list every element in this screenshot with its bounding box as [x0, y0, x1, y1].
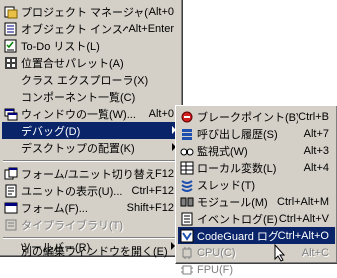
menu-item-shortcut: Ctrl+Alt+O: [277, 229, 329, 242]
menu-item-label: CPU(C): [197, 246, 236, 259]
menu-item-label: デスクトップの配置(K): [21, 142, 135, 155]
alignment-palette-icon: [4, 56, 18, 70]
call-stack-icon: [180, 127, 194, 141]
submenu-item-fpu[interactable]: FPU(F): [178, 261, 335, 278]
menu-item-component-list[interactable]: コンポーネント一覧(C): [2, 88, 180, 105]
submenu-item-breakpoints[interactable]: ブレークポイント(B) Ctrl+B: [178, 108, 335, 125]
window-list-icon: [4, 107, 18, 121]
fpu-icon: [180, 263, 194, 277]
menu-item-label: プロジェクト マネージャ(P): [21, 6, 149, 19]
menu-item-type-library[interactable]: タイプライブラリ(T): [2, 216, 180, 233]
view-unit-icon: [4, 184, 18, 198]
threads-icon: [180, 178, 194, 192]
menu-item-shortcut: Ctrl+Alt+M: [277, 195, 329, 208]
watch-icon: [180, 144, 194, 158]
menu-item-desktop-layout[interactable]: デスクトップの配置(K): [2, 139, 180, 156]
submenu-item-cpu[interactable]: CPU(C) Alt+C: [178, 244, 335, 261]
breakpoint-icon: [180, 110, 194, 124]
menu-item-alignment-palette[interactable]: 位置合せパレット(A): [2, 54, 180, 71]
cpu-icon: [180, 246, 194, 260]
menu-item-label: クラス エクスプローラ(X): [21, 74, 149, 87]
menu-item-label: ユニットの表示(U)...: [21, 185, 123, 198]
menu-item-label: To-Do リスト(L): [21, 40, 100, 53]
menu-item-label: 呼び出し履歴(S): [197, 128, 278, 141]
menu-item-shortcut: Shift+F12: [126, 201, 174, 214]
menu-item-label: ウィンドウの一覧(W)...: [21, 108, 136, 121]
menu-item-toolbar[interactable]: ツールバー(R): [1, 238, 179, 255]
view-menu: プロジェクト マネージャ(P) Alt+0 オブジェクト インスペクタ(O) A…: [0, 0, 183, 258]
modules-icon: [180, 195, 194, 209]
menu-item-shortcut: Alt+C: [301, 246, 329, 259]
menu-item-label: スレッド(T): [197, 179, 256, 192]
menu-item-label: フォーム(F)...: [21, 202, 88, 215]
menu-item-label: ツールバー(R): [20, 241, 91, 254]
menu-item-label: デバッグ(D): [21, 125, 81, 138]
object-inspector-icon: [4, 22, 18, 36]
submenu-item-watches[interactable]: 監視式(W) Alt+3: [178, 142, 335, 159]
submenu-item-modules[interactable]: モジュール(M) Ctrl+Alt+M: [178, 193, 335, 210]
menu-item-shortcut: Ctrl+B: [298, 110, 329, 123]
menu-item-label: CodeGuard ログ(O): [197, 230, 278, 243]
view-form-icon: [4, 201, 18, 215]
menu-item-shortcut: Alt+7: [303, 127, 329, 140]
submenu-item-threads[interactable]: スレッド(T): [178, 176, 335, 193]
menu-item-view-unit[interactable]: ユニットの表示(U)... Ctrl+F12: [2, 182, 180, 199]
menu-separator: [3, 160, 179, 162]
debug-submenu: ブレークポイント(B) Ctrl+B 呼び出し履歴(S) Alt+7 監視式(W…: [175, 105, 337, 276]
menu-item-shortcut: Alt+Enter: [128, 22, 174, 35]
menu-item-label: コンポーネント一覧(C): [21, 91, 136, 104]
submenu-item-event-log[interactable]: イベントログ(E) Ctrl+Alt+V: [178, 210, 335, 227]
menu-item-label: ブレークポイント(B): [197, 111, 299, 124]
type-library-icon: [4, 218, 18, 232]
mouse-pointer-icon: [274, 244, 286, 262]
toggle-form-unit-icon: [4, 167, 18, 181]
todo-list-icon: [4, 39, 18, 53]
menu-item-label: フォーム/ユニット切り替え(G): [21, 168, 156, 181]
menu-item-debug[interactable]: デバッグ(D): [2, 122, 180, 139]
menu-item-project-manager[interactable]: プロジェクト マネージャ(P) Alt+0: [2, 3, 180, 20]
menu-item-label: オブジェクト インスペクタ(O): [21, 23, 129, 36]
menu-item-label: FPU(F): [197, 263, 234, 276]
menu-item-shortcut: Ctrl+F12: [131, 184, 175, 197]
project-manager-icon: [4, 5, 18, 19]
menu-item-view-form[interactable]: フォーム(F)... Shift+F12: [2, 199, 180, 216]
menu-item-label: モジュール(M): [197, 196, 268, 209]
event-log-icon: [180, 212, 194, 226]
menu-item-label: 監視式(W): [197, 145, 248, 158]
menu-item-shortcut: Ctrl+Alt+V: [278, 212, 329, 225]
menu-item-shortcut: Alt+0: [148, 5, 174, 18]
menu-item-shortcut: Alt+4: [303, 161, 329, 174]
menu-item-object-inspector[interactable]: オブジェクト インスペクタ(O) Alt+Enter: [2, 20, 180, 37]
menu-item-label: ローカル変数(L): [197, 162, 277, 175]
menu-item-toggle-form-unit[interactable]: フォーム/ユニット切り替え(G) F12: [2, 165, 180, 182]
menu-item-shortcut: Alt+3: [303, 144, 329, 157]
local-variables-icon: [180, 161, 194, 175]
codeguard-log-icon: [180, 229, 194, 243]
submenu-item-call-stack[interactable]: 呼び出し履歴(S) Alt+7: [178, 125, 335, 142]
submenu-item-codeguard-log[interactable]: CodeGuard ログ(O) Ctrl+Alt+O: [178, 227, 335, 244]
menu-item-label: 位置合せパレット(A): [21, 57, 124, 70]
submenu-item-local-variables[interactable]: ローカル変数(L) Alt+4: [178, 159, 335, 176]
menu-item-label: タイプライブラリ(T): [21, 219, 124, 232]
menu-item-class-explorer[interactable]: クラス エクスプローラ(X): [2, 71, 180, 88]
menu-item-label: イベントログ(E): [197, 213, 278, 226]
menu-item-todo-list[interactable]: To-Do リスト(L): [2, 37, 180, 54]
menu-item-window-list[interactable]: ウィンドウの一覧(W)... Alt+0: [2, 105, 180, 122]
